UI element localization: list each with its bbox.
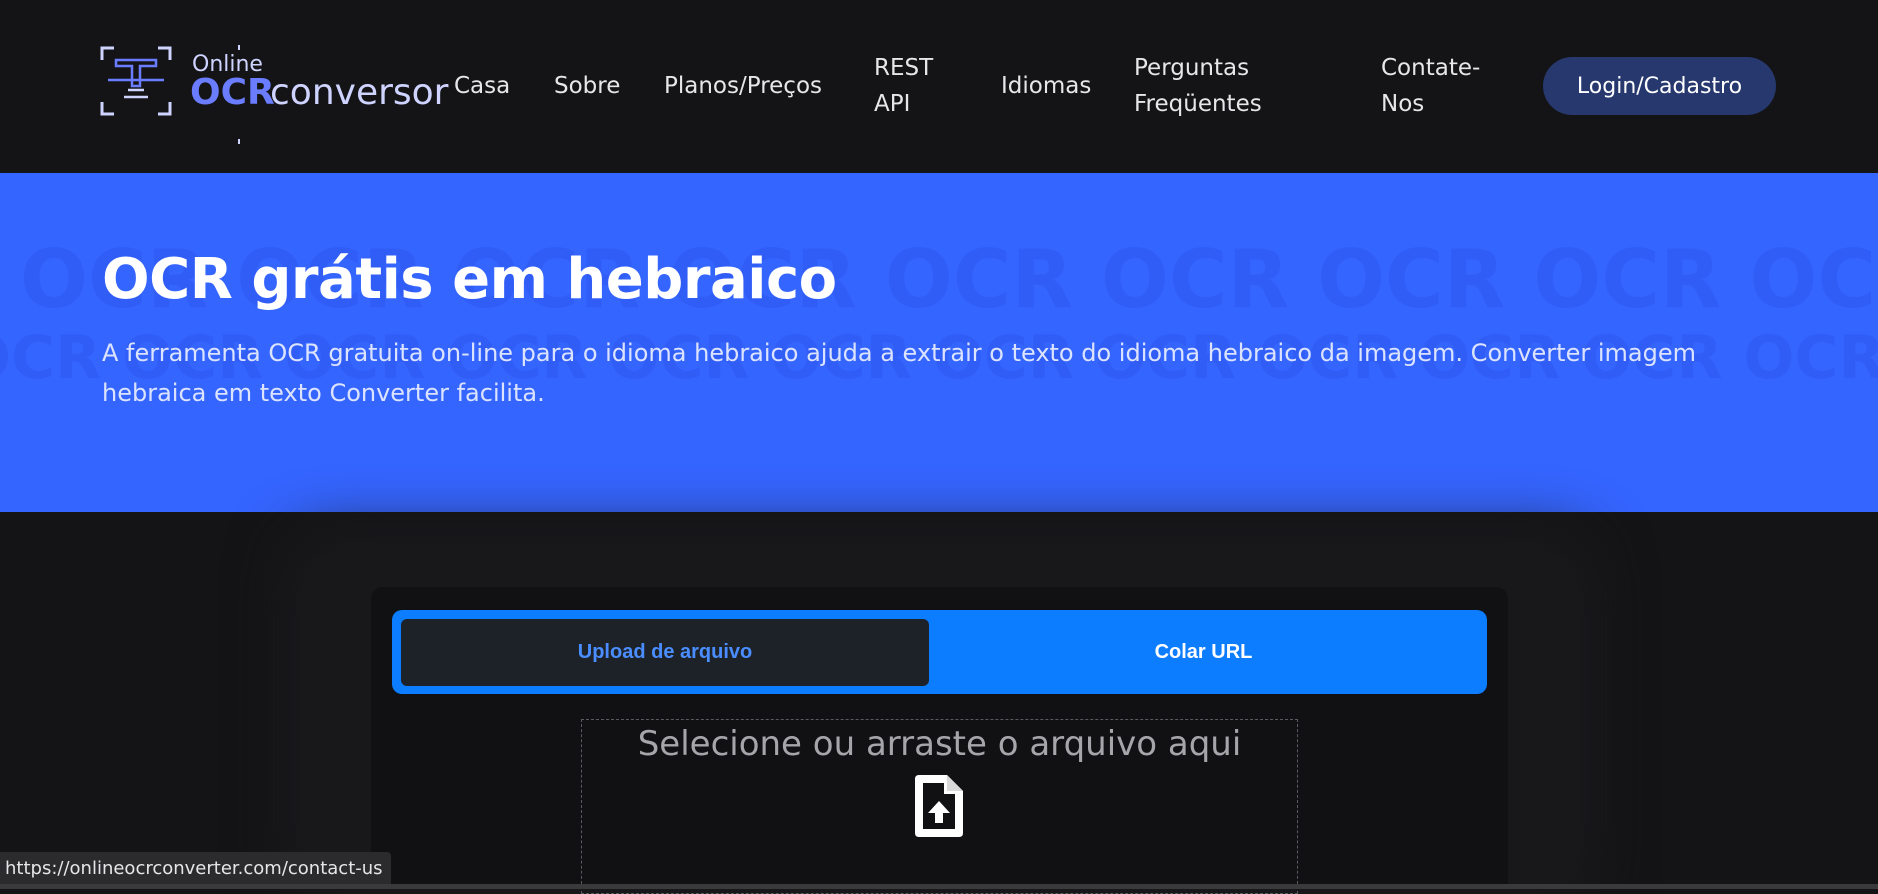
nav-sobre[interactable]: Sobre [554,68,620,104]
tab-upload-file[interactable]: Upload de arquivo [401,619,929,686]
upload-tabs: Upload de arquivo Colar URL [392,610,1487,694]
nav-idiomas-label: Idiomas [1001,73,1092,99]
tab-paste-url-label: Colar URL [1154,641,1253,663]
nav-rest-api-line1: REST [874,55,934,81]
logo-tick-bottom [238,139,240,144]
nav-planos-precos[interactable]: Planos/Preços [664,68,822,104]
login-signup-button[interactable]: Login/Cadastro [1543,57,1776,115]
bottom-strip [0,884,1878,889]
status-bar-url: https://onlineocrconverter.com/contact-u… [0,852,391,885]
tab-paste-url[interactable]: Colar URL [929,619,1478,686]
nav-perguntas-line1: Perguntas [1134,55,1250,81]
nav-perguntas-frequentes[interactable]: Perguntas Freqüentes [1134,50,1262,122]
nav-perguntas-line2: Freqüentes [1134,91,1262,117]
site-logo[interactable]: Online OCR conversor [100,40,449,144]
nav-contate-line1: Contate- [1381,55,1481,81]
nav-contate-line2: Nos [1381,91,1425,117]
file-upload-icon[interactable] [913,773,965,839]
nav-sobre-label: Sobre [554,73,621,99]
site-header: Online OCR conversor Casa Sobre Planos/P… [0,0,1878,173]
logo-tick-top [238,45,240,50]
nav-contate-nos[interactable]: Contate- Nos [1381,50,1480,122]
nav-planos-precos-label: Planos/Preços [664,73,823,99]
nav-casa-label: Casa [454,73,511,99]
ocr-logo-icon [100,46,172,116]
file-dropzone[interactable]: Selecione ou arraste o arquivo aqui [581,719,1298,894]
tab-upload-file-label: Upload de arquivo [577,641,753,663]
logo-conversor-text: conversor [270,72,449,113]
hero-banner: OCR OCR OCR OCR OCR OCR OCR OCR OCR OCR … [0,173,1878,512]
dropzone-text: Selecione ou arraste o arquivo aqui [637,724,1242,764]
nav-idiomas[interactable]: Idiomas [1001,68,1091,104]
page-title: OCR grátis em hebraico [102,247,837,312]
nav-rest-api-line2: API [874,91,911,117]
nav-rest-api[interactable]: REST API [874,50,933,122]
nav-casa[interactable]: Casa [454,68,510,104]
logo-ocr-text: OCR [190,72,275,113]
page-description: A ferramenta OCR gratuita on-line para o… [102,339,1696,407]
